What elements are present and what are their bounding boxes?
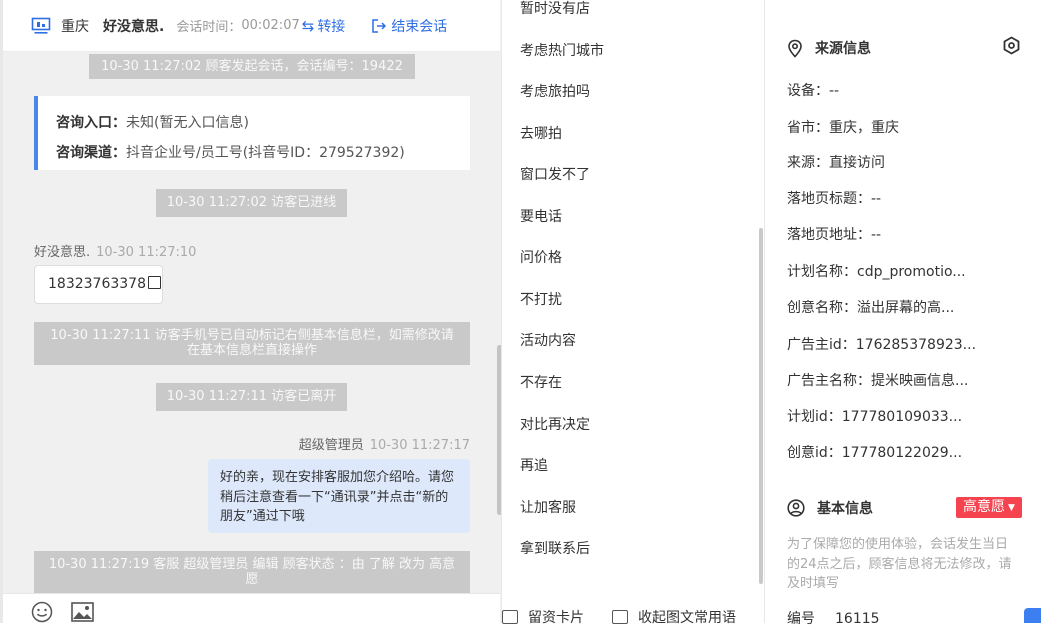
quick-reply-item[interactable]: 再追 — [520, 455, 548, 475]
system-message: 10-30 11:27:11 访客已离开 — [156, 383, 347, 411]
source-field: 省市：重庆，重庆 — [787, 120, 899, 136]
quick-reply-scrollbar[interactable] — [759, 228, 763, 584]
message-time: 10-30 11:27:10 — [96, 245, 197, 260]
quick-reply-toolbar: 留资卡片 收起图文常用语 — [502, 593, 764, 626]
id-label: 编号 — [787, 611, 815, 627]
sender-name: 好没意思. — [34, 245, 91, 260]
chat-panel: 重庆 好没意思. 会话时间： 00:02:07 ⇆ 转接 结束会话 10-30 … — [0, 0, 502, 624]
quick-reply-item[interactable]: 对比再决定 — [520, 414, 590, 434]
channel-value: 抖音企业号/员工号(抖音号ID：279527392) — [126, 145, 405, 161]
sender-name: 超级管理员 — [298, 438, 364, 453]
source-info-header: 来源信息 — [787, 38, 871, 58]
quick-reply-item[interactable]: 活动内容 — [520, 330, 576, 350]
visitor-sender: 好没意思. 10-30 11:27:10 — [34, 241, 196, 260]
phone-number: 18323763378 — [48, 276, 146, 292]
edit-notice: 为了保障您的使用体验，会话发生当日的24点之后，顾客信息将无法修改，请及时填写 — [787, 537, 1012, 591]
message-time: 10-30 11:27:17 — [369, 438, 470, 453]
admin-message: 好的亲，现在安排客服加您介绍哈。请您稍后注意查看一下“通讯录”并点击“新的朋友”… — [208, 459, 470, 533]
quick-reply-item[interactable]: 让加客服 — [520, 497, 576, 517]
channel-label: 咨询渠道： — [56, 145, 126, 161]
collapse-phrases-label: 收起图文常用语 — [638, 610, 736, 626]
image-icon[interactable] — [71, 602, 94, 622]
entry-value: 未知(暂无入口信息) — [126, 115, 249, 131]
source-field: 创意名称：溢出屏幕的高... — [787, 300, 955, 316]
caret-down-icon: ▼ — [1008, 503, 1015, 513]
settings-icon[interactable] — [1002, 36, 1021, 55]
section-title: 来源信息 — [815, 41, 871, 57]
entry-info-card: 咨询入口：未知(暂无入口信息) 咨询渠道：抖音企业号/员工号(抖音号ID：279… — [34, 96, 470, 170]
entry-label: 咨询入口： — [56, 115, 126, 131]
id-value: 16115 — [835, 611, 880, 627]
quick-reply-item[interactable]: 考虑旅拍吗 — [520, 81, 590, 101]
end-session-label: 结束会话 — [391, 18, 448, 35]
quick-reply-item[interactable]: 窗口发不了 — [520, 164, 590, 184]
basic-info-header: 基本信息 — [787, 498, 873, 518]
transfer-button[interactable]: ⇆ 转接 — [302, 16, 346, 36]
quick-reply-item[interactable]: 考虑热门城市 — [520, 40, 604, 60]
card-icon — [612, 610, 628, 624]
monitor-icon — [31, 17, 51, 34]
collapse-phrases-button[interactable]: 收起图文常用语 — [612, 607, 736, 627]
source-field: 来源：直接访问 — [787, 155, 885, 171]
quick-reply-item[interactable]: 要电话 — [520, 206, 562, 226]
source-field: 计划名称：cdp_promotio... — [787, 264, 966, 280]
system-message: 10-30 11:27:11 访客手机号已自动标记右侧基本信息栏，如需修改请在基… — [34, 322, 470, 365]
customer-id-row: 编号 16115 — [787, 608, 880, 628]
quick-reply-panel: 暂时没有店 考虑热门城市 考虑旅拍吗 去哪拍 窗口发不了 要电话 问价格 不打扰… — [501, 0, 765, 626]
logout-icon — [372, 18, 387, 33]
source-field: 广告主id：176285378923... — [787, 337, 977, 353]
admin-sender: 超级管理员 10-30 11:27:17 — [299, 434, 470, 453]
system-message: 10-30 11:27:02 访客已进线 — [156, 189, 347, 217]
quick-reply-item[interactable]: 不存在 — [520, 372, 562, 392]
copy-icon[interactable] — [147, 276, 161, 289]
source-field: 落地页地址：-- — [787, 227, 882, 243]
source-field: 创意id：177780122029... — [787, 445, 963, 461]
source-field: 落地页标题：-- — [787, 191, 882, 207]
quick-reply-item[interactable]: 拿到联系后 — [520, 538, 590, 558]
source-field: 广告主名称：提米映画信息... — [787, 373, 969, 389]
chat-toolbar — [3, 593, 500, 624]
transfer-icon: ⇆ — [301, 16, 315, 35]
card-icon — [502, 610, 518, 624]
quick-reply-item[interactable]: 不打扰 — [520, 289, 562, 309]
duration-label: 会话时间： — [176, 20, 242, 35]
chat-header: 重庆 好没意思. 会话时间： 00:02:07 ⇆ 转接 结束会话 — [3, 0, 500, 52]
user-circle-icon — [787, 499, 805, 517]
transfer-label: 转接 — [317, 18, 346, 35]
quick-reply-item[interactable]: 暂时没有店 — [520, 0, 590, 18]
lead-card-button[interactable]: 留资卡片 — [502, 607, 584, 627]
section-title: 基本信息 — [817, 501, 873, 517]
system-message: 10-30 11:27:19 客服 超级管理员 编辑 顾客状态 ：由 了解 改为… — [34, 551, 470, 593]
source-field: 计划id：177780109033... — [787, 409, 963, 425]
lead-card-label: 留资卡片 — [528, 610, 584, 626]
info-panel: 来源信息 设备：-- 省市：重庆，重庆 来源：直接访问 落地页标题：-- 落地页… — [765, 0, 1041, 627]
session-duration: 00:02:07 — [241, 18, 300, 33]
quick-reply-item[interactable]: 问价格 — [520, 247, 562, 267]
intent-status-label: 高意愿 — [963, 499, 1006, 515]
intent-status-dropdown[interactable]: 高意愿 ▼ — [956, 497, 1022, 518]
system-message: 10-30 11:27:02 顾客发起会话，会话编号：19422 — [89, 54, 415, 79]
visitor-message[interactable]: 18323763378 — [34, 265, 163, 304]
end-session-button[interactable]: 结束会话 — [371, 16, 447, 36]
location-icon — [788, 39, 802, 58]
source-field: 设备：-- — [787, 83, 840, 99]
floating-tab[interactable] — [1024, 608, 1041, 623]
quick-reply-item[interactable]: 去哪拍 — [520, 123, 562, 143]
visitor-city: 重庆 — [61, 18, 89, 35]
emoji-icon[interactable] — [31, 601, 53, 623]
visitor-name: 好没意思. — [103, 18, 165, 35]
